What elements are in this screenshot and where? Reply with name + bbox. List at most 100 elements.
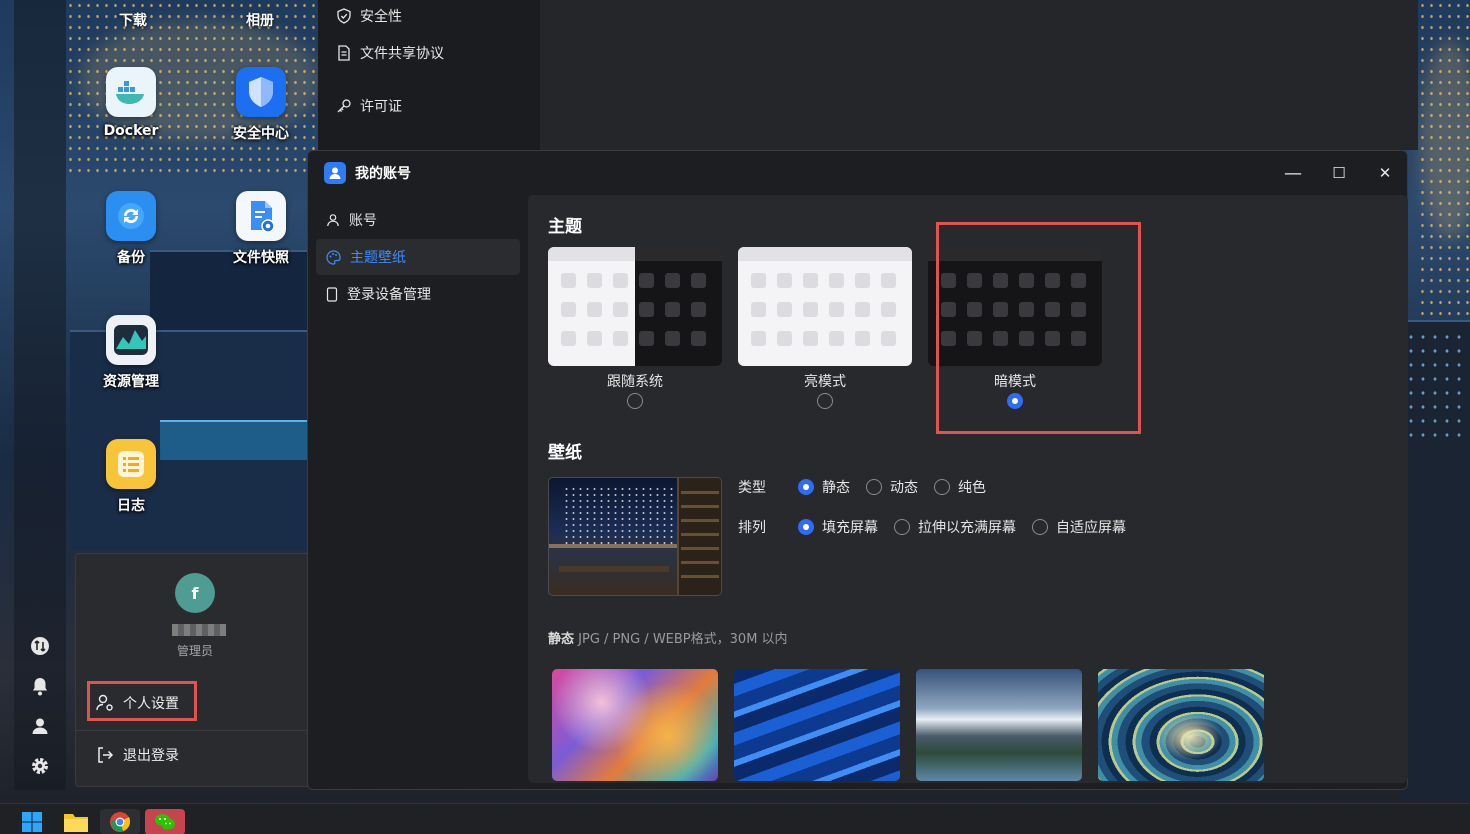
palette-icon xyxy=(326,249,341,265)
arrange-option-fit[interactable]: 自适应屏幕 xyxy=(1032,517,1126,537)
radio[interactable] xyxy=(866,479,882,495)
radio[interactable] xyxy=(1032,519,1048,535)
desktop-app-logs[interactable]: 日志 xyxy=(76,439,186,515)
theme-preview-app-tile xyxy=(639,331,654,346)
theme-preview-app-tile xyxy=(691,302,706,317)
wallpaper-thumb-colorful-waves[interactable] xyxy=(552,669,718,781)
type-option-static[interactable]: 静态 xyxy=(798,477,850,497)
wechat-icon[interactable] xyxy=(145,809,185,834)
logout-button[interactable]: 退出登录 xyxy=(96,745,179,765)
desktop-app-docker[interactable]: Docker xyxy=(76,67,186,139)
theme-preview-app-tile xyxy=(561,331,576,346)
window-title: 我的账号 xyxy=(355,166,411,182)
bg-item-label: 安全性 xyxy=(360,9,402,25)
close-button[interactable]: ✕ xyxy=(1370,161,1400,185)
file-explorer-icon[interactable] xyxy=(56,809,96,834)
current-wallpaper-preview[interactable] xyxy=(548,477,722,596)
theme-preview-app-tile xyxy=(587,302,602,317)
list-icon xyxy=(106,439,156,489)
background-settings-sidebar: 安全性 文件共享协议 许可证 xyxy=(318,0,540,150)
bg-item-license[interactable]: 许可证 xyxy=(336,96,402,116)
type-option-solid[interactable]: 纯色 xyxy=(934,477,986,497)
desktop-label-downloads[interactable]: 下载 xyxy=(119,10,147,30)
wallpaper-heading: 壁纸 xyxy=(548,443,582,463)
minimize-button[interactable]: — xyxy=(1278,161,1308,185)
sidebar-item-account[interactable]: 账号 xyxy=(316,202,520,238)
option-label: 动态 xyxy=(890,480,918,496)
phone-icon xyxy=(326,286,338,302)
option-label: 填充屏幕 xyxy=(822,520,878,536)
user-icon[interactable] xyxy=(28,714,52,738)
hint-bold: 静态 xyxy=(548,632,575,647)
theme-label-light: 亮模式 xyxy=(804,374,846,390)
app-label: 备份 xyxy=(117,250,145,266)
wallpaper-type-label: 类型 xyxy=(738,480,766,496)
theme-preview-app-tile xyxy=(829,302,844,317)
theme-radio-follow-system[interactable] xyxy=(627,393,643,409)
option-label: 拉伸以充满屏幕 xyxy=(918,520,1016,536)
bell-icon[interactable] xyxy=(28,674,52,698)
theme-preview-app-tile xyxy=(665,302,680,317)
radio[interactable] xyxy=(798,519,814,535)
bg-item-label: 文件共享协议 xyxy=(360,46,444,62)
app-label: 文件快照 xyxy=(233,250,289,266)
theme-radio-light[interactable] xyxy=(817,393,833,409)
wallpaper-arrange-label: 排列 xyxy=(738,520,766,536)
radio[interactable] xyxy=(934,479,950,495)
divider xyxy=(76,730,314,731)
theme-option-light[interactable] xyxy=(738,247,912,366)
theme-preview-app-tile xyxy=(613,302,628,317)
wallpaper-thumb-teal-swirl[interactable] xyxy=(1098,669,1264,781)
theme-preview-app-tile xyxy=(855,331,870,346)
windows-start-icon[interactable] xyxy=(12,809,52,834)
window-title-bar: 我的账号 xyxy=(324,162,411,184)
theme-preview-app-tile xyxy=(881,331,896,346)
theme-preview-app-tile xyxy=(613,273,628,288)
file-camera-icon xyxy=(236,191,286,241)
gear-icon[interactable] xyxy=(28,754,52,778)
sidebar-item-login-devices[interactable]: 登录设备管理 xyxy=(316,276,520,312)
theme-preview-app-tile xyxy=(855,273,870,288)
theme-preview-app-tile xyxy=(639,302,654,317)
desktop-app-resource-monitor[interactable]: 资源管理 xyxy=(76,315,186,391)
desktop-app-file-snapshot[interactable]: 文件快照 xyxy=(206,191,316,267)
type-option-dynamic[interactable]: 动态 xyxy=(866,477,918,497)
key-icon xyxy=(337,99,351,113)
theme-preview-app-tile xyxy=(777,331,792,346)
theme-preview-app-tile xyxy=(803,302,818,317)
theme-preview-app-tile xyxy=(881,273,896,288)
sidebar-item-theme-wallpaper[interactable]: 主题壁纸 xyxy=(316,239,520,275)
theme-preview-app-tile xyxy=(639,273,654,288)
sidebar-item-label: 主题壁纸 xyxy=(350,250,406,266)
arrange-option-fill[interactable]: 填充屏幕 xyxy=(798,517,878,537)
option-label: 纯色 xyxy=(958,480,986,496)
sync-icon xyxy=(106,191,156,241)
highlight-personal-settings xyxy=(87,681,197,721)
my-account-window: 我的账号 — ☐ ✕ 账号 主题壁纸 登录设备管理 主题 跟随系统 亮模式 暗模… xyxy=(307,150,1408,790)
theme-label-follow-system: 跟随系统 xyxy=(607,374,663,390)
maximize-button[interactable]: ☐ xyxy=(1324,161,1354,185)
transfer-icon[interactable] xyxy=(28,634,52,658)
desktop-label-photos[interactable]: 相册 xyxy=(246,10,274,30)
app-label: Docker xyxy=(103,123,159,139)
radio[interactable] xyxy=(894,519,910,535)
wallpaper-thumb-mountain-lake[interactable] xyxy=(916,669,1082,781)
bg-item-security[interactable]: 安全性 xyxy=(336,6,402,26)
avatar[interactable]: f xyxy=(175,573,215,613)
wallpaper-type-row: 类型 静态 动态 纯色 xyxy=(738,477,1002,497)
theme-preview-app-tile xyxy=(829,331,844,346)
app-label: 日志 xyxy=(117,498,145,514)
theme-preview-app-tile xyxy=(613,331,628,346)
theme-option-follow-system[interactable] xyxy=(548,247,722,366)
left-dock xyxy=(14,0,66,790)
chart-icon xyxy=(106,315,156,365)
radio[interactable] xyxy=(798,479,814,495)
arrange-option-stretch[interactable]: 拉伸以充满屏幕 xyxy=(894,517,1016,537)
desktop-app-security-center[interactable]: 安全中心 xyxy=(206,67,316,143)
sidebar-item-label: 登录设备管理 xyxy=(347,287,431,303)
option-label: 静态 xyxy=(822,480,850,496)
wallpaper-thumb-blue-waves[interactable] xyxy=(734,669,900,781)
chrome-icon[interactable] xyxy=(100,809,140,834)
bg-item-file-sharing[interactable]: 文件共享协议 xyxy=(336,43,444,63)
desktop-app-backup[interactable]: 备份 xyxy=(76,191,186,267)
